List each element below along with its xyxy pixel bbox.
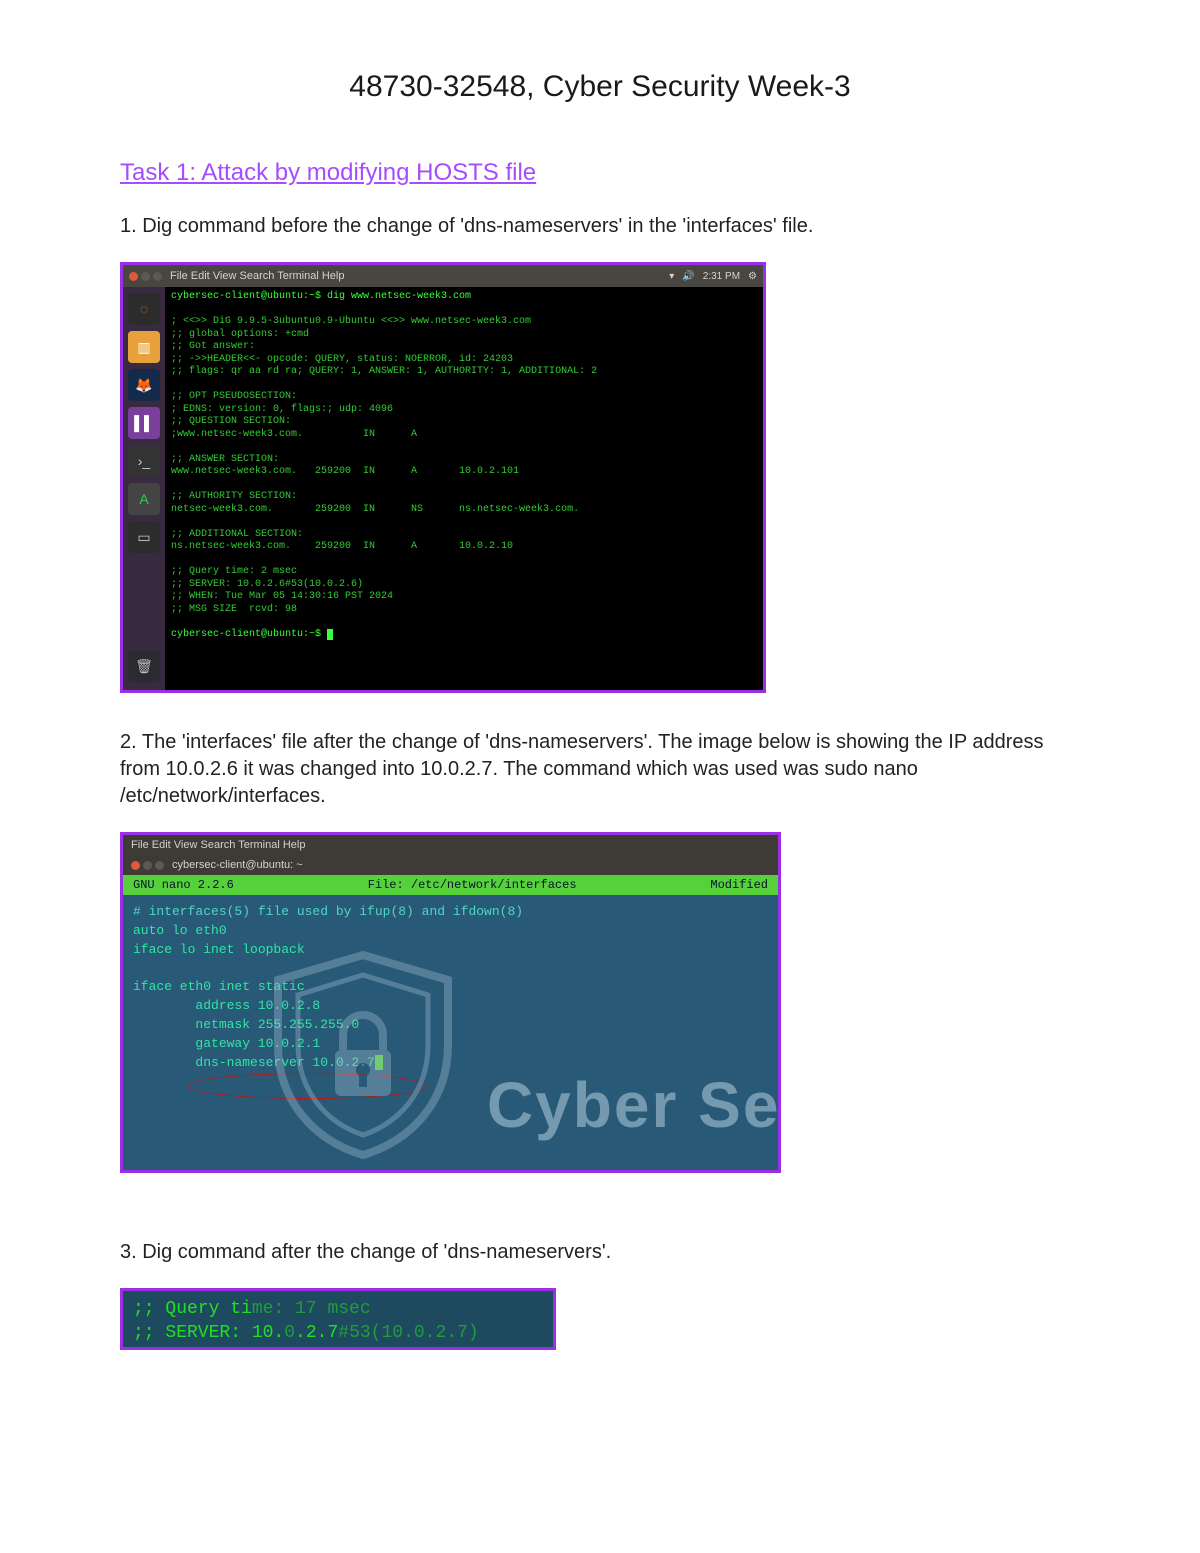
s3-line2a: ;; SERVER: 10.: [133, 1323, 284, 1343]
cursor-icon: [327, 629, 333, 640]
terminal-output: cybersec-client@ubuntu:~$ dig www.netsec…: [165, 287, 763, 690]
software-updater-icon: A: [128, 483, 160, 515]
screenshot-2: File Edit View Search Terminal Help cybe…: [123, 835, 778, 1170]
task-heading: Task 1: Attack by modifying HOSTS file: [120, 159, 1080, 187]
highlight-ellipse: [188, 1073, 428, 1099]
wifi-icon: ▾: [669, 271, 674, 282]
document-page: 48730-32548, Cyber Security Week-3 Task …: [0, 0, 1200, 1553]
screenshot-3-frame: ;; Query time: 17 msec ;; SERVER: 10.0.2…: [120, 1288, 556, 1350]
paragraph-1: 1. Dig command before the change of 'dns…: [120, 213, 1080, 240]
watermark-text: Cyber Sec: [487, 1059, 778, 1152]
maximize-icon: [155, 861, 164, 870]
clock: 2:31 PM: [703, 271, 740, 282]
menubar-text: File Edit View Search Terminal Help: [170, 270, 344, 282]
screenshot-3: ;; Query time: 17 msec ;; SERVER: 10.0.2…: [123, 1291, 553, 1347]
nano-cursor-icon: [375, 1055, 383, 1070]
close-icon: [129, 272, 138, 281]
s3-line1b: me: 17 msec: [252, 1299, 371, 1319]
window-controls-2: [131, 861, 164, 870]
nano-version: GNU nano 2.2.6: [133, 878, 234, 892]
tab-bar: cybersec-client@ubuntu: ~: [123, 855, 778, 875]
screenshot-1: File Edit View Search Terminal Help ▾ 🔊 …: [123, 265, 763, 690]
settings-icon: ▭: [128, 521, 160, 553]
trash-icon: 🗑: [128, 650, 160, 682]
nano-config-lines: auto lo eth0 iface lo inet loopback ifac…: [133, 923, 375, 1070]
minimize-icon: [141, 272, 150, 281]
s3-line1a: ;; Query ti: [133, 1299, 252, 1319]
paragraph-3: 3. Dig command after the change of 'dns-…: [120, 1239, 1080, 1266]
menubar-2-text: File Edit View Search Terminal Help: [131, 839, 305, 851]
minimize-icon: [143, 861, 152, 870]
unity-launcher: ◌ ▥ 🦊 ▌▌ ›_ A ▭ 🗑: [123, 287, 165, 690]
menubar-2: File Edit View Search Terminal Help: [123, 835, 778, 855]
s3-line2b: .2.7: [295, 1323, 338, 1343]
screenshot-1-frame: File Edit View Search Terminal Help ▾ 🔊 …: [120, 262, 766, 693]
window-controls: [129, 272, 162, 281]
close-icon: [131, 861, 140, 870]
nano-status-bar: GNU nano 2.2.6 File: /etc/network/interf…: [123, 875, 778, 895]
window-titlebar: File Edit View Search Terminal Help ▾ 🔊 …: [123, 265, 763, 287]
tab-title: cybersec-client@ubuntu: ~: [172, 859, 303, 871]
maximize-icon: [153, 272, 162, 281]
sound-icon: 🔊: [682, 271, 694, 282]
firefox-icon: 🦊: [128, 369, 160, 401]
nano-editor-body: # interfaces(5) file used by ifup(8) and…: [123, 895, 778, 1170]
files-icon: ▥: [128, 331, 160, 363]
screenshot-2-frame: File Edit View Search Terminal Help cybe…: [120, 832, 781, 1173]
prompt-line-2: cybersec-client@ubuntu:~$: [171, 629, 327, 640]
purple-app-icon: ▌▌: [128, 407, 160, 439]
terminal-icon: ›_: [128, 445, 160, 477]
s3-line2b-faded: 0: [284, 1323, 295, 1343]
nano-comment: # interfaces(5) file used by ifup(8) and…: [133, 904, 523, 919]
gear-icon: ⚙: [748, 271, 757, 282]
s3-line2c: #53(10.0.2.7): [338, 1323, 478, 1343]
page-title: 48730-32548, Cyber Security Week-3: [120, 70, 1080, 104]
dig-output: ; <<>> DiG 9.9.5-3ubuntu0.9-Ubuntu <<>> …: [171, 316, 597, 615]
nano-file-path: File: /etc/network/interfaces: [368, 878, 577, 892]
nano-modified-flag: Modified: [710, 878, 768, 892]
paragraph-2: 2. The 'interfaces' file after the chang…: [120, 729, 1080, 810]
prompt-line-1: cybersec-client@ubuntu:~$ dig www.netsec…: [171, 291, 471, 302]
ubuntu-dash-icon: ◌: [128, 293, 160, 325]
